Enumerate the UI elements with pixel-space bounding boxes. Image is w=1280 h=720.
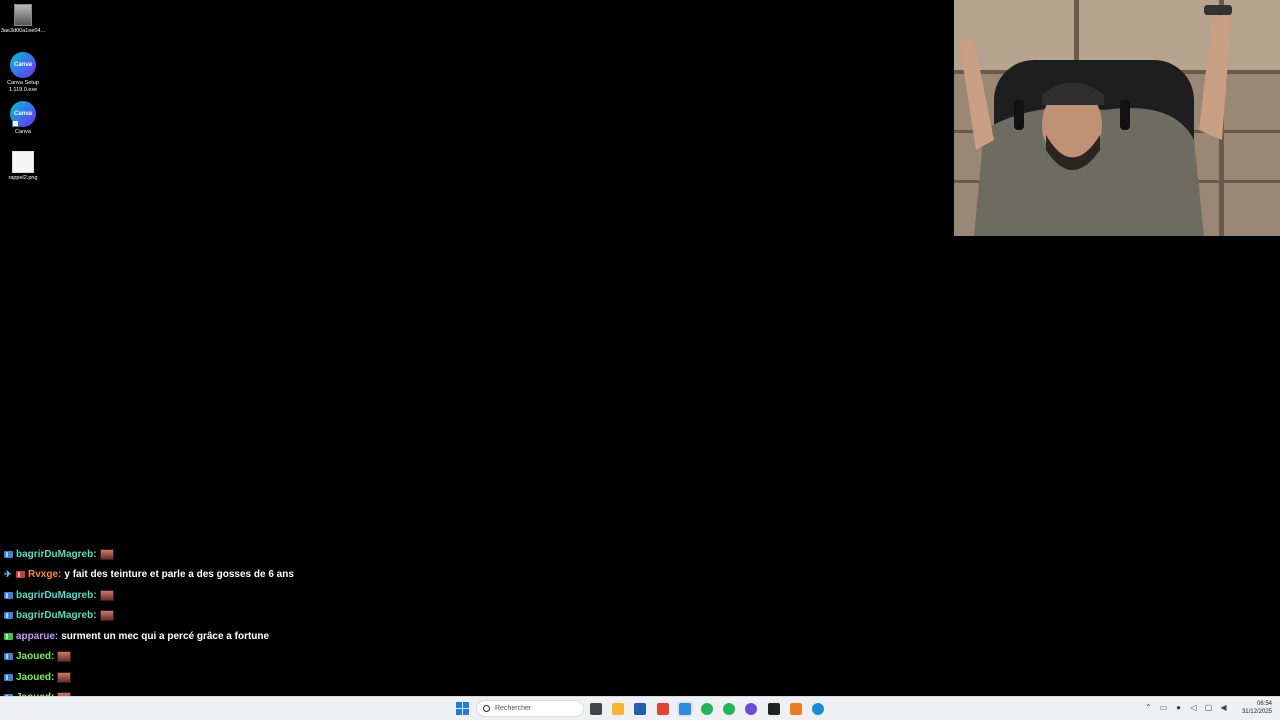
subscriber-badge-icon	[4, 550, 13, 558]
desktop-icon-label: Canva Setup 1.119.0.exe	[7, 80, 39, 93]
taskbar-clock[interactable]: 06:54 31/12/2025	[1242, 700, 1272, 716]
chat-emote-icon	[57, 651, 72, 663]
clock-date: 31/12/2025	[1241, 709, 1272, 715]
chat-username[interactable]: Jaoued	[16, 651, 51, 662]
chat-message: apparue: surment un mec qui a percé grâce…	[4, 626, 604, 647]
chat-separator: :	[93, 548, 97, 560]
display-icon[interactable]: ▢	[1204, 703, 1213, 712]
browser-icon[interactable]	[676, 701, 693, 717]
chat-message: bagrirDuMagreb:	[4, 544, 604, 565]
chat-separator: :	[54, 630, 59, 642]
chat-username[interactable]: apparue	[16, 631, 55, 642]
volume-icon[interactable]: ◁	[1189, 703, 1198, 712]
subscriber-badge-icon	[16, 571, 25, 579]
chat-separator: :	[93, 610, 97, 622]
shortcut-arrow-icon	[12, 120, 19, 127]
chat-message: ✈ Rvxge: y fait des teinture et parle a de…	[4, 565, 604, 586]
chevron-up-icon[interactable]: ⌃	[1144, 703, 1153, 712]
chat-text: y fait des teinture et parle a des gosse…	[64, 569, 294, 581]
desktop-icon-label: rappel2.png	[8, 175, 38, 181]
subscriber-badge-icon	[4, 653, 13, 661]
subscriber-badge-icon	[4, 632, 13, 640]
chat-username[interactable]: Rvxge	[28, 569, 58, 580]
system-tray: ⌃ ▭ ● ◁ ▢ ◀	[1144, 703, 1228, 712]
chat-emote-icon	[99, 589, 114, 601]
search-icon	[483, 705, 490, 712]
edge-icon[interactable]	[810, 701, 826, 717]
store-icon[interactable]	[632, 701, 648, 717]
chat-username[interactable]: bagrirDuMagreb	[16, 549, 93, 560]
messenger-icon[interactable]	[743, 701, 759, 717]
file-manager-icon[interactable]	[588, 701, 604, 717]
canva-installer-icon: Canva	[10, 52, 36, 78]
microphone-icon[interactable]: ●	[1174, 703, 1183, 712]
chat-emote-icon	[99, 610, 114, 622]
moderator-badge-icon: ✈	[4, 569, 12, 580]
taskbar: Rechercher ⌃ ▭ ● ◁ ▢ ◀ 06:54 31/12/2025	[0, 696, 1280, 720]
chat-username[interactable]: bagrirDuMagreb	[16, 590, 93, 601]
spotify-icon[interactable]	[721, 701, 737, 717]
image-thumbnail-icon	[14, 4, 32, 26]
chat-text: surment un mec qui a percé grâce a fortu…	[61, 630, 270, 642]
chat-overlay: bagrirDuMagreb: ✈ Rvxge: y fait des teintur…	[4, 544, 604, 720]
start-button[interactable]	[456, 702, 469, 715]
whatsapp-icon[interactable]	[699, 701, 715, 717]
desktop-icon-rappel2[interactable]: rappel2.png	[0, 151, 46, 182]
chat-separator: :	[93, 589, 97, 601]
png-file-icon	[12, 151, 34, 173]
search-placeholder: Rechercher	[495, 705, 532, 712]
chat-message: bagrirDuMagreb:	[4, 585, 604, 606]
chat-emote-icon	[57, 671, 72, 683]
chat-separator: :	[51, 671, 55, 683]
chat-message: Jaoued:	[4, 667, 604, 688]
subscriber-badge-icon	[4, 673, 13, 681]
brave-icon[interactable]	[655, 701, 671, 717]
obs-icon[interactable]	[766, 701, 782, 717]
speaker-icon[interactable]: ◀	[1219, 703, 1228, 712]
webcam-feed	[954, 0, 1280, 236]
desktop-icon-label: 3ae3d00a1ee04...	[0, 28, 46, 34]
folder-icon[interactable]	[610, 701, 626, 717]
desktop-icon-image[interactable]: 3ae3d00a1ee04...	[0, 4, 46, 35]
desktop-icon-label: Canva	[15, 129, 31, 135]
chat-message: Jaoued:	[4, 647, 604, 668]
subscriber-badge-icon	[4, 612, 13, 620]
desktop-icon-canva[interactable]: Canva Canva	[0, 101, 46, 136]
chat-emote-icon	[99, 548, 114, 560]
app-a-icon[interactable]	[788, 701, 804, 717]
chat-username[interactable]: Jaoued	[16, 672, 51, 683]
chat-username[interactable]: bagrirDuMagreb	[16, 610, 93, 621]
clock-time: 06:54	[1256, 701, 1272, 707]
chat-message: bagrirDuMagreb:	[4, 606, 604, 627]
taskbar-search[interactable]: Rechercher	[476, 700, 584, 717]
chat-separator: :	[58, 569, 62, 581]
canva-shortcut-icon: Canva	[10, 101, 36, 127]
network-icon[interactable]: ▭	[1159, 703, 1168, 712]
desktop-icon-canva-setup[interactable]: Canva Canva Setup 1.119.0.exe	[0, 52, 46, 94]
chat-separator: :	[51, 651, 55, 663]
subscriber-badge-icon	[4, 591, 13, 599]
